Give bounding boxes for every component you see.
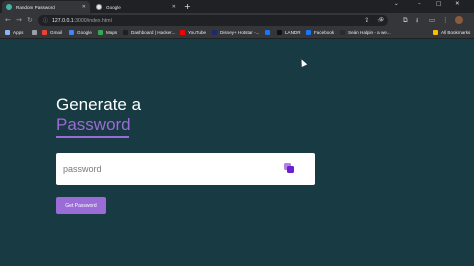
apps-icon xyxy=(5,30,10,35)
facebook-icon xyxy=(265,30,270,35)
close-tab-icon[interactable]: ✕ xyxy=(172,4,176,10)
heading-line-1: Generate a xyxy=(56,95,142,114)
bookmark-google[interactable]: Google xyxy=(69,30,92,35)
maximize-icon[interactable]: □ xyxy=(436,1,441,7)
youtube-icon xyxy=(180,30,185,35)
facebook-icon xyxy=(306,30,311,35)
address-bar[interactable]: ⓘ 127.0.0.1:3000/index.html ⊕ xyxy=(38,15,388,26)
close-window-icon[interactable]: ✕ xyxy=(455,1,460,7)
bookmark-label: Seán Halpin - a we... xyxy=(348,30,391,35)
menu-icon[interactable]: ⋮ xyxy=(442,16,449,24)
bookmark-hotstar[interactable]: Disney+ Hotstar -... xyxy=(212,30,259,35)
bookmark-apps[interactable]: Apps xyxy=(5,30,23,35)
download-icon[interactable]: ⭳ xyxy=(416,16,418,24)
tab-strip: Random Password ✕ Google ✕ + ⌄ – □ ✕ xyxy=(0,0,474,13)
bookmark-landr[interactable]: LANDR xyxy=(277,30,301,35)
copy-icon[interactable] xyxy=(284,163,294,173)
share-icon[interactable]: ⇪ xyxy=(364,16,369,24)
bookmark-label: Facebook xyxy=(314,30,335,35)
bookmark-all[interactable]: All Bookmarks xyxy=(433,30,470,35)
bookmarks-bar: Apps Gmail Google Maps Dashboard | Hacke… xyxy=(0,28,474,39)
browser-toolbar: ← → ↻ ⓘ 127.0.0.1:3000/index.html ⊕ ⇪ ☆ … xyxy=(0,13,474,28)
bookmark-youtube[interactable]: YouTube xyxy=(180,30,206,35)
site-info-icon[interactable]: ⓘ xyxy=(43,17,48,24)
page-content: Generate a Password Get Password xyxy=(0,40,474,266)
tab-random-password[interactable]: Random Password ✕ xyxy=(2,1,90,13)
copy-icon-front xyxy=(286,165,294,173)
bookmark-label: YouTube xyxy=(188,30,207,35)
gmail-icon xyxy=(42,30,47,35)
extensions-icon[interactable]: ⧉ xyxy=(403,16,408,24)
globe-icon xyxy=(32,30,37,35)
maps-icon xyxy=(98,30,103,35)
landr-icon xyxy=(277,30,282,35)
hotstar-icon xyxy=(212,30,217,35)
tab-title: Google xyxy=(106,4,121,10)
bookmark-label: LANDR xyxy=(285,30,301,35)
side-panel-icon[interactable]: ▭ xyxy=(429,16,435,24)
close-tab-icon[interactable]: ✕ xyxy=(82,4,86,10)
heading-underline xyxy=(56,136,129,138)
bookmark-gmail[interactable]: Gmail xyxy=(42,30,62,35)
profile-avatar[interactable] xyxy=(455,16,463,24)
mouse-cursor-icon xyxy=(298,58,308,67)
password-field[interactable] xyxy=(56,153,315,185)
folder-icon xyxy=(433,30,438,35)
minimize-icon[interactable]: – xyxy=(418,1,421,7)
google-icon xyxy=(69,30,74,35)
url-text: 127.0.0.1:3000/index.html xyxy=(52,17,112,24)
bookmark-item[interactable] xyxy=(32,30,40,35)
bookmark-item[interactable] xyxy=(265,30,273,35)
bookmark-label: Google xyxy=(77,30,92,35)
bookmark-star-icon[interactable]: ☆ xyxy=(377,16,383,24)
bookmark-label: Maps xyxy=(106,30,118,35)
forward-icon[interactable]: → xyxy=(16,16,22,24)
bookmark-label: Apps xyxy=(13,30,24,35)
bookmark-sean-halpin[interactable]: Seán Halpin - a we... xyxy=(340,30,391,35)
password-icon xyxy=(6,4,12,10)
tab-google[interactable]: Google ✕ xyxy=(92,1,180,13)
hackerrank-icon xyxy=(123,30,128,35)
bookmark-maps[interactable]: Maps xyxy=(98,30,117,35)
bookmark-label: Gmail xyxy=(50,30,62,35)
bookmark-label: Disney+ Hotstar -... xyxy=(220,30,260,35)
password-input[interactable] xyxy=(63,164,263,174)
tab-title: Random Password xyxy=(16,4,55,10)
reload-icon[interactable]: ↻ xyxy=(27,16,33,24)
new-tab-button[interactable]: + xyxy=(184,2,191,11)
heading-line-2: Password xyxy=(56,115,131,134)
site-icon xyxy=(340,30,345,35)
back-icon[interactable]: ← xyxy=(5,16,11,24)
bookmark-hackerrank[interactable]: Dashboard | Hacker... xyxy=(123,30,175,35)
bookmark-facebook[interactable]: Facebook xyxy=(306,30,334,35)
get-password-button[interactable]: Get Password xyxy=(56,197,106,214)
bookmark-label: All Bookmarks xyxy=(441,30,471,35)
tab-search-icon[interactable]: ⌄ xyxy=(394,1,399,7)
google-icon xyxy=(96,4,102,10)
bookmark-label: Dashboard | Hacker... xyxy=(131,30,176,35)
